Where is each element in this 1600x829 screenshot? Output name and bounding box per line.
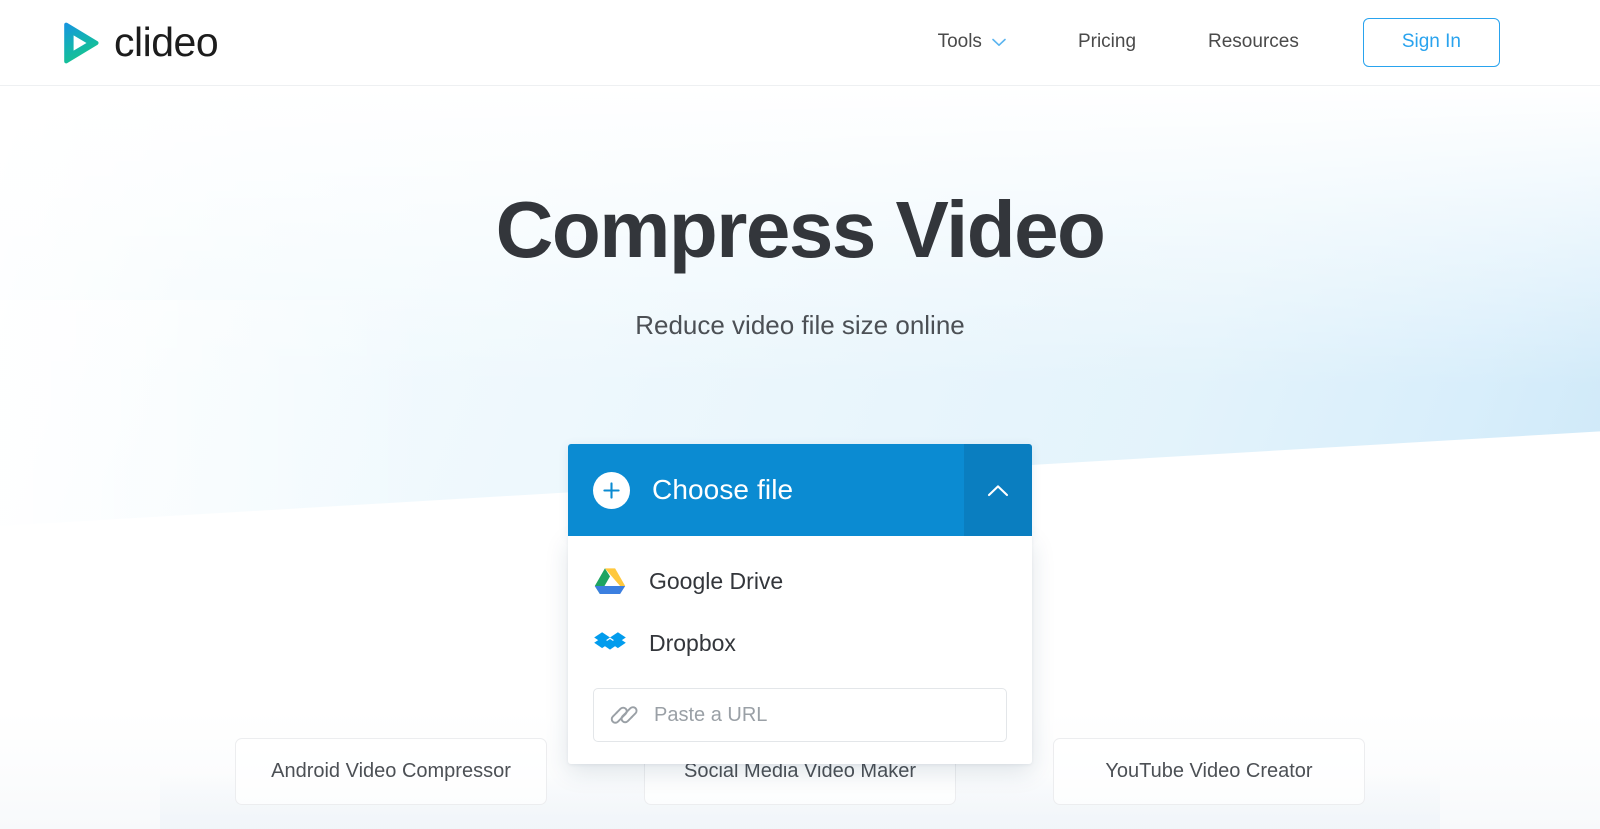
upload-source-google-drive-label: Google Drive xyxy=(649,567,784,594)
related-tool-android-video-compressor[interactable]: Android Video Compressor xyxy=(235,738,547,805)
related-tool-youtube-video-creator[interactable]: YouTube Video Creator xyxy=(1053,738,1365,805)
dropbox-icon xyxy=(593,626,627,660)
paste-url-input[interactable] xyxy=(654,703,990,727)
nav-item-pricing[interactable]: Pricing xyxy=(1042,21,1172,63)
choose-file-label: Choose file xyxy=(652,474,794,505)
choose-file-button[interactable]: Choose file xyxy=(568,444,964,536)
hero-section: Compress Video Reduce video file size on… xyxy=(0,86,1600,341)
sign-in-button[interactable]: Sign In xyxy=(1362,18,1500,67)
chevron-up-icon xyxy=(987,484,1009,497)
link-icon xyxy=(610,701,638,729)
google-drive-icon xyxy=(593,564,627,598)
upload-source-dropdown: Google Drive Dropbox xyxy=(568,536,1032,764)
nav-item-tools-label: Tools xyxy=(937,31,982,53)
choose-file-row: Choose file xyxy=(568,444,1032,536)
play-triangle-icon xyxy=(60,22,100,64)
nav-item-pricing-label: Pricing xyxy=(1077,31,1137,53)
chevron-down-icon xyxy=(992,31,1006,53)
upload-source-dropbox[interactable]: Dropbox xyxy=(568,612,1032,674)
nav-item-tools[interactable]: Tools xyxy=(902,21,1042,63)
plus-circle-icon xyxy=(593,471,630,509)
site-header: clideo Tools Pricing Resources Sign In xyxy=(0,0,1600,86)
nav-item-resources-label: Resources xyxy=(1208,31,1299,53)
left-fade-overlay xyxy=(0,300,430,600)
upload-source-dropbox-label: Dropbox xyxy=(649,629,736,656)
file-uploader: Choose file Google Drive Dropbox Paste a… xyxy=(568,444,1032,764)
upload-source-google-drive[interactable]: Google Drive xyxy=(568,550,1032,612)
page-subtitle: Reduce video file size online xyxy=(635,310,965,340)
choose-file-dropdown-toggle[interactable] xyxy=(964,444,1032,536)
nav-item-resources[interactable]: Resources xyxy=(1172,21,1335,63)
main-navigation: Tools Pricing Resources Sign In xyxy=(902,18,1500,67)
logo-wordmark: clideo xyxy=(114,19,219,65)
logo-link[interactable]: clideo xyxy=(60,19,219,65)
paste-url-field[interactable] xyxy=(593,688,1007,742)
page-title: Compress Video xyxy=(495,185,1106,274)
